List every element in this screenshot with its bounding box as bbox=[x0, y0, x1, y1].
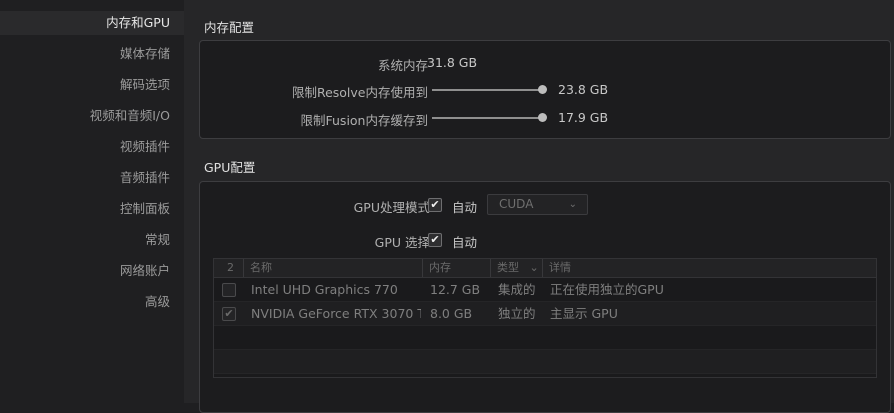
resolve-limit-label: 限制Resolve内存使用到 bbox=[291, 85, 428, 100]
checkmark-icon: ✔ bbox=[430, 233, 440, 246]
memory-panel: 系统内存 31.8 GB 限制Resolve内存使用到 23.8 GB 限制Fu… bbox=[199, 40, 891, 139]
gpu-mode-dropdown[interactable]: CUDA ⌄ bbox=[487, 194, 588, 215]
gpu-table-header: 2 名称 内存 类型 ⌄ 详情 bbox=[214, 259, 876, 278]
gpu-details: 正在使用独立的GPU bbox=[550, 282, 664, 297]
memory-section-title: 内存配置 bbox=[204, 20, 255, 35]
sidebar-item-control-panels[interactable]: 控制面板 bbox=[120, 197, 170, 221]
chevron-down-icon: ⌄ bbox=[568, 199, 577, 210]
col-memory-header[interactable]: 内存 bbox=[423, 259, 491, 277]
sidebar-item-media-storage[interactable]: 媒体存储 bbox=[120, 42, 170, 66]
gpu-mode-dropdown-value: CUDA bbox=[499, 197, 534, 211]
gpu-section-title: GPU配置 bbox=[204, 160, 256, 175]
col-details-header[interactable]: 详情 bbox=[543, 259, 876, 277]
table-row[interactable]: Intel UHD Graphics 770 12.7 GB 集成的 正在使用独… bbox=[214, 278, 876, 302]
row-checkbox[interactable]: ✔ bbox=[222, 307, 236, 321]
fusion-limit-slider-handle[interactable] bbox=[538, 113, 547, 122]
resolve-limit-slider[interactable] bbox=[432, 89, 542, 91]
fusion-limit-slider[interactable] bbox=[432, 117, 542, 119]
checkmark-icon: ✔ bbox=[224, 307, 234, 320]
fusion-limit-slider-fill bbox=[432, 117, 542, 119]
row-checkbox[interactable] bbox=[222, 283, 236, 297]
gpu-mode-auto-label: 自动 bbox=[452, 200, 478, 215]
gpu-type: 集成的 bbox=[498, 282, 536, 297]
gpu-mode-auto-checkbox[interactable]: ✔ bbox=[428, 198, 442, 212]
gpu-details: 主显示 GPU bbox=[550, 306, 618, 321]
gpu-memory: 8.0 GB bbox=[430, 306, 473, 321]
gpu-memory: 12.7 GB bbox=[430, 282, 481, 297]
table-row[interactable]: ✔ NVIDIA GeForce RTX 3070 Ti 8.0 GB 独立的 … bbox=[214, 302, 876, 326]
checkmark-icon: ✔ bbox=[430, 198, 440, 211]
sidebar-item-advanced[interactable]: 高级 bbox=[145, 290, 170, 314]
main-content: 内存配置 系统内存 31.8 GB 限制Resolve内存使用到 23.8 GB… bbox=[184, 0, 894, 413]
sidebar-item-video-audio-io[interactable]: 视频和音频I/O bbox=[90, 104, 170, 128]
sort-chevron-icon: ⌄ bbox=[529, 261, 539, 274]
resolve-limit-value: 23.8 GB bbox=[558, 82, 609, 97]
table-row-empty bbox=[214, 350, 876, 374]
sidebar-item-general[interactable]: 常规 bbox=[145, 228, 170, 252]
sidebar-item-memory-gpu[interactable]: 内存和GPU bbox=[0, 11, 184, 35]
resolve-limit-slider-fill bbox=[432, 89, 542, 91]
sidebar-item-network-accounts[interactable]: 网络账户 bbox=[120, 259, 170, 283]
gpu-table: 2 名称 内存 类型 ⌄ 详情 Intel UHD Graphics 770 1… bbox=[213, 258, 877, 378]
gpu-name: Intel UHD Graphics 770 bbox=[251, 282, 398, 297]
col-type-header[interactable]: 类型 ⌄ bbox=[491, 259, 543, 277]
system-memory-value: 31.8 GB bbox=[427, 55, 478, 70]
gpu-mode-label: GPU处理模式 bbox=[353, 200, 430, 215]
gpu-name: NVIDIA GeForce RTX 3070 Ti bbox=[251, 306, 421, 321]
table-row-empty bbox=[214, 326, 876, 350]
fusion-limit-label: 限制Fusion内存缓存到 bbox=[300, 113, 429, 128]
system-memory-label: 系统内存 bbox=[377, 58, 428, 73]
fusion-limit-value: 17.9 GB bbox=[558, 110, 609, 125]
sidebar: 内存和GPU 媒体存储 解码选项 视频和音频I/O 视频插件 音频插件 控制面板… bbox=[0, 0, 184, 403]
sidebar-item-decode-options[interactable]: 解码选项 bbox=[120, 73, 170, 97]
gpu-panel: GPU处理模式 ✔ 自动 CUDA ⌄ GPU 选择 ✔ 自动 2 名称 内存 … bbox=[199, 181, 891, 413]
col-type-label: 类型 bbox=[497, 261, 519, 274]
resolve-limit-slider-handle[interactable] bbox=[538, 85, 547, 94]
sidebar-item-audio-plugins[interactable]: 音频插件 bbox=[120, 166, 170, 190]
gpu-type: 独立的 bbox=[498, 306, 536, 321]
col-name-header[interactable]: 名称 bbox=[244, 259, 423, 277]
col-count-header[interactable]: 2 bbox=[214, 259, 244, 277]
gpu-select-auto-checkbox[interactable]: ✔ bbox=[428, 233, 442, 247]
gpu-select-auto-label: 自动 bbox=[452, 235, 478, 250]
sidebar-item-video-plugins[interactable]: 视频插件 bbox=[120, 135, 170, 159]
gpu-select-label: GPU 选择 bbox=[374, 235, 430, 250]
